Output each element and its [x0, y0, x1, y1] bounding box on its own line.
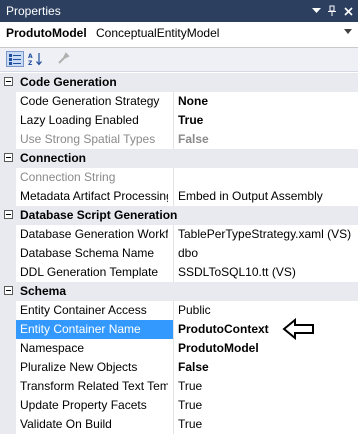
property-value[interactable]: ProdutoModel	[178, 341, 259, 355]
alphabetical-icon[interactable]: A Z	[27, 51, 45, 67]
category-code-generation[interactable]: Code Generation	[0, 73, 358, 92]
property-value[interactable]: True	[178, 113, 203, 127]
category-schema[interactable]: Schema	[0, 282, 358, 301]
property-name: Namespace	[20, 341, 85, 355]
property-name: Use Strong Spatial Types	[20, 132, 156, 146]
title-bar-controls	[308, 2, 356, 20]
properties-toolbar: A Z	[0, 48, 358, 72]
property-value[interactable]: Embed in Output Assembly	[178, 189, 323, 203]
category-database-script-generation[interactable]: Database Script Generation	[0, 206, 358, 225]
collapse-icon[interactable]	[4, 153, 13, 162]
chevron-down-icon[interactable]	[344, 29, 352, 34]
property-row[interactable]: Lazy Loading Enabled True	[0, 111, 358, 130]
property-row-selected[interactable]: Entity Container Name ProdutoContext	[0, 317, 358, 341]
property-value[interactable]: Public	[178, 303, 211, 317]
property-name: Transform Related Text Temp	[20, 379, 168, 393]
category-connection[interactable]: Connection	[0, 149, 358, 168]
property-value[interactable]: TablePerTypeStrategy.xaml (VS)	[178, 227, 351, 241]
category-label: Code Generation	[20, 75, 117, 89]
dropdown-icon[interactable]	[308, 2, 324, 20]
property-name: Entity Container Access	[20, 303, 147, 317]
property-name: Database Generation Workflo	[20, 227, 168, 241]
object-type: ConceptualEntityModel	[96, 26, 220, 40]
property-value[interactable]: SSDLToSQL10.tt (VS)	[178, 265, 296, 279]
property-name: Entity Container Name	[20, 322, 141, 336]
window-title: Properties	[6, 4, 61, 18]
property-name: Connection String	[20, 170, 116, 184]
property-value[interactable]: True	[178, 379, 202, 393]
property-row[interactable]: Use Strong Spatial Types False	[0, 130, 358, 149]
property-row[interactable]: Transform Related Text Temp True	[0, 377, 358, 396]
property-row[interactable]: Pluralize New Objects False	[0, 358, 358, 377]
close-icon[interactable]	[340, 2, 356, 20]
property-name: Code Generation Strategy	[20, 94, 160, 108]
property-value[interactable]: False	[178, 132, 209, 146]
pin-icon[interactable]	[324, 2, 340, 20]
property-name: Lazy Loading Enabled	[20, 113, 139, 127]
category-label: Schema	[20, 284, 67, 298]
property-name: Update Property Facets	[20, 398, 147, 412]
property-name: DDL Generation Template	[20, 265, 159, 279]
properties-title-bar: Properties	[0, 0, 358, 22]
property-row[interactable]: Database Schema Name dbo	[0, 244, 358, 263]
property-name: Validate On Build	[20, 417, 112, 431]
collapse-icon[interactable]	[4, 210, 13, 219]
property-name: Metadata Artifact Processing	[20, 189, 168, 203]
property-value[interactable]: False	[178, 360, 209, 374]
property-value[interactable]: dbo	[178, 246, 198, 260]
property-row[interactable]: Connection String	[0, 168, 358, 187]
svg-text:A: A	[28, 53, 33, 60]
property-grid: Code Generation Code Generation Strategy…	[0, 73, 358, 446]
category-label: Database Script Generation	[20, 208, 178, 222]
collapse-icon[interactable]	[4, 286, 13, 295]
svg-text:Z: Z	[28, 60, 33, 66]
object-name: ProdutoModel	[6, 26, 87, 40]
property-row[interactable]: DDL Generation Template SSDLToSQL10.tt (…	[0, 263, 358, 282]
property-row[interactable]: Update Property Facets True	[0, 396, 358, 415]
property-value[interactable]: True	[178, 398, 202, 412]
property-name: Pluralize New Objects	[20, 360, 138, 374]
property-value[interactable]: ProdutoContext	[178, 322, 269, 336]
category-label: Connection	[20, 151, 86, 165]
property-row[interactable]: Database Generation Workflo TablePerType…	[0, 225, 358, 244]
property-name: Database Schema Name	[20, 246, 155, 260]
property-value[interactable]: None	[178, 94, 208, 108]
property-pages-icon[interactable]	[54, 51, 72, 67]
categorized-icon[interactable]	[6, 51, 24, 67]
property-value[interactable]: True	[178, 417, 202, 431]
object-selector[interactable]: ProdutoModel ConceptualEntityModel	[0, 22, 358, 48]
property-row[interactable]: Code Generation Strategy None	[0, 92, 358, 111]
collapse-icon[interactable]	[4, 77, 13, 86]
property-row[interactable]: Validate On Build True	[0, 415, 358, 434]
property-row[interactable]: Metadata Artifact Processing Embed in Ou…	[0, 187, 358, 206]
property-row[interactable]: Namespace ProdutoModel	[0, 339, 358, 358]
